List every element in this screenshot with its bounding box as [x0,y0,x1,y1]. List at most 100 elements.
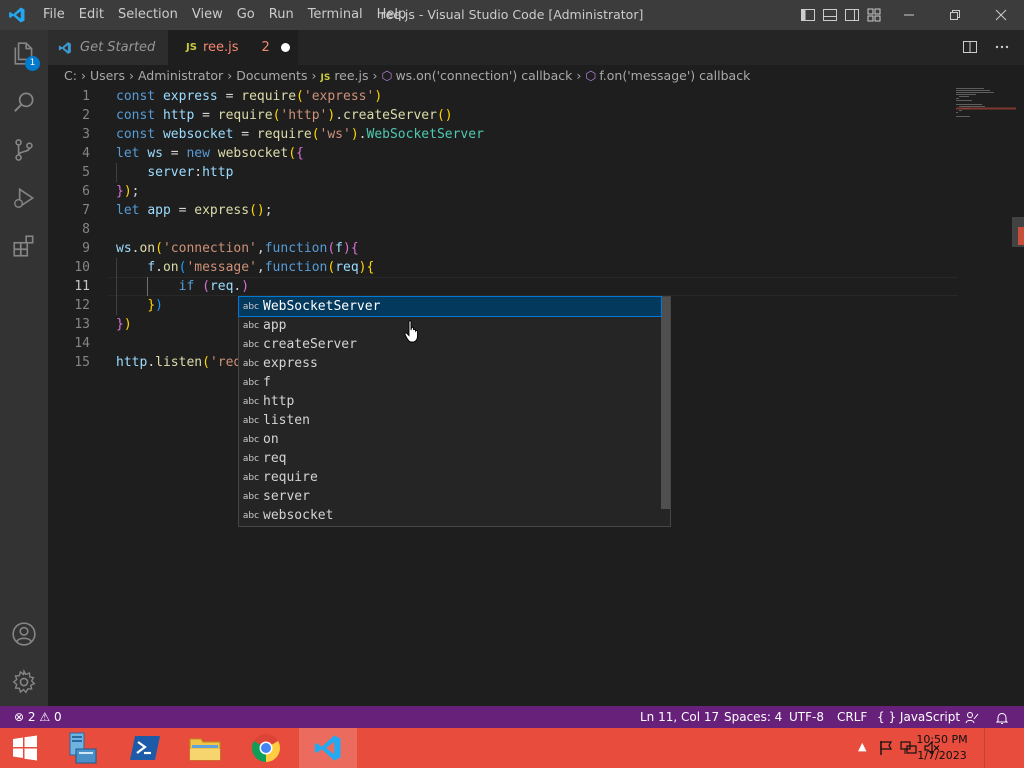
code-line: ws.on('connection',function(f){ [116,241,359,256]
suggest-item[interactable]: abc f [239,373,661,392]
close-window-button[interactable] [978,0,1024,30]
breadcrumb-users[interactable]: Users [90,68,125,83]
taskbar-chrome[interactable] [237,728,295,768]
language-mode[interactable]: { } JavaScript [877,706,960,728]
search-view-button[interactable] [0,78,48,126]
suggest-item[interactable]: abc require [239,468,661,487]
toggle-panel-icon[interactable] [822,7,838,23]
restore-button[interactable] [932,0,978,30]
suggest-item[interactable]: abc http [239,392,661,411]
breadcrumb-symbol-message[interactable]: f.on('message') callback [599,68,750,83]
code-editor[interactable]: 1 2 3 4 5 6 7 8 9 10 11 12 13 14 15 cons… [48,87,1024,706]
file-explorer-icon [189,738,221,761]
suggest-item[interactable]: abc server [239,487,661,506]
line-number: 6 [82,184,90,199]
text-kind-icon: abc [242,339,260,350]
menu-help[interactable]: Help [370,0,414,30]
action-center-flag-icon[interactable] [878,740,894,756]
menu-go[interactable]: Go [230,0,262,30]
text-kind-icon: abc [242,377,260,388]
accounts-button[interactable] [0,610,48,658]
taskbar-file-explorer[interactable] [176,728,234,768]
taskbar-server-manager[interactable] [52,728,110,768]
eol-status[interactable]: CRLF [837,706,867,728]
breadcrumb-documents[interactable]: Documents [236,68,307,83]
suggest-item[interactable]: abc on [239,430,661,449]
extensions-button[interactable] [0,222,48,270]
suggest-item-label: server [263,489,310,504]
line-number-current: 11 [74,279,90,294]
tab-label: Get Started [80,40,156,55]
activity-bar: 1 [0,30,48,706]
menu-edit[interactable]: Edit [72,0,111,30]
show-hidden-icons-icon[interactable]: ▲ [858,740,866,753]
suggest-item[interactable]: abc app [239,316,661,335]
javascript-file-icon: JS [186,42,197,53]
scrollbar-error-marker [1018,227,1024,245]
toggle-primary-sidebar-icon[interactable] [800,7,816,23]
tab-ree-js[interactable]: JS ree.js 2 [168,30,298,65]
minimap[interactable] [956,87,1016,127]
title-bar: File Edit Selection View Go Run Terminal… [0,0,1024,30]
breadcrumb-administrator[interactable]: Administrator [138,68,223,83]
suggest-scrollbar[interactable] [661,297,670,509]
run-debug-button[interactable] [0,174,48,222]
menu-selection[interactable]: Selection [111,0,185,30]
taskbar-clock[interactable]: 10:50 PM 1/7/2023 [912,732,972,764]
unsaved-dot-icon[interactable] [280,43,290,52]
error-icon: ⊗ [14,710,25,724]
taskbar-powershell[interactable] [116,728,174,768]
suggest-item-label: listen [263,413,310,428]
chevron-right-icon: › [311,68,317,83]
language-label: JavaScript [899,710,961,724]
menu-terminal[interactable]: Terminal [301,0,370,30]
cursor-position[interactable]: Ln 11, Col 17 [640,706,719,728]
source-control-button[interactable] [0,126,48,174]
windows-logo-icon [13,735,37,761]
chevron-right-icon: › [576,68,582,83]
tab-get-started[interactable]: Get Started [48,30,168,65]
suggest-item[interactable]: abc listen [239,411,661,430]
customize-layout-icon[interactable] [866,7,882,23]
encoding-status[interactable]: UTF-8 [789,706,824,728]
toggle-secondary-sidebar-icon[interactable] [844,7,860,23]
symbol-method-icon: ⬡ [381,68,393,83]
chrome-icon [252,734,280,762]
manage-gear-icon [12,669,36,694]
suggest-item-label: http [263,394,295,409]
code-line: const websocket = require('ws').WebSocke… [116,127,484,142]
split-editor-icon[interactable] [962,39,978,55]
more-actions-icon[interactable] [994,39,1010,55]
breadcrumb-symbol-connection[interactable]: ws.on('connection') callback [395,68,572,83]
clock-time: 10:50 PM [916,733,968,746]
menu-bar: File Edit Selection View Go Run Terminal… [36,0,413,30]
suggest-item[interactable]: abc createServer [239,335,661,354]
suggest-item[interactable]: abc express [239,354,661,373]
indentation-status[interactable]: Spaces: 4 [724,706,782,728]
explorer-button[interactable]: 1 [0,30,48,78]
manage-button[interactable] [0,658,48,706]
menu-run[interactable]: Run [262,0,301,30]
suggest-item[interactable]: abc WebSocketServer [238,296,662,317]
text-kind-icon: abc [242,472,260,483]
minimize-button[interactable] [886,0,932,30]
problems-status[interactable]: ⊗ 2 ⚠ 0 [14,706,62,728]
menu-file[interactable]: File [36,0,72,30]
suggest-item[interactable]: abc websocket [239,506,661,525]
start-button[interactable] [0,728,50,768]
window-controls [886,0,1024,30]
notifications-button[interactable] [984,728,1024,768]
text-kind-icon: abc [242,434,260,445]
status-bar: ⊗ 2 ⚠ 0 Ln 11, Col 17 Spaces: 4 UTF-8 CR… [0,706,1024,728]
suggest-item-label: express [263,356,318,371]
line-number: 12 [74,298,90,313]
chevron-right-icon: › [128,68,134,83]
line-number: 2 [82,108,90,123]
line-number: 13 [74,317,90,332]
breadcrumb-file[interactable]: ree.js [334,68,368,83]
breadcrumb-drive[interactable]: C: [64,68,77,83]
taskbar-vscode[interactable] [299,728,357,768]
line-number: 14 [74,336,90,351]
menu-view[interactable]: View [185,0,230,30]
suggest-item[interactable]: abc req [239,449,661,468]
